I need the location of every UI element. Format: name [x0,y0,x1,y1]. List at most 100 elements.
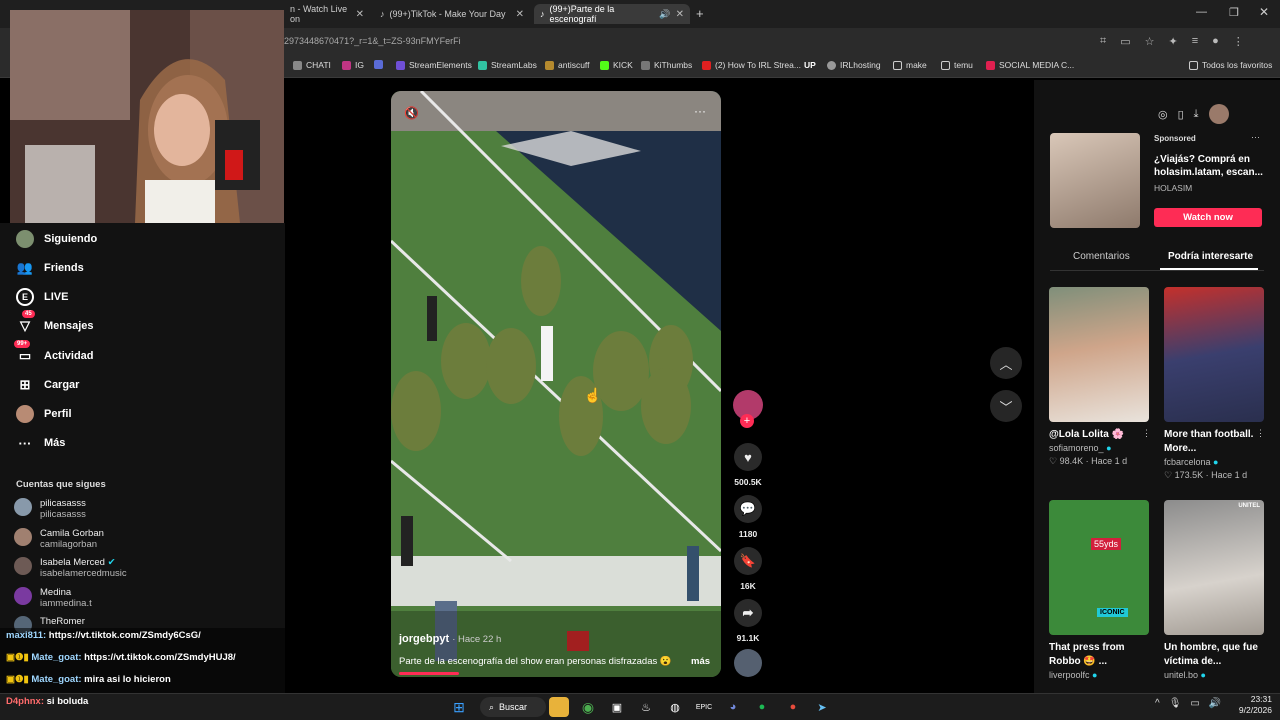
bookmark-antiscuff[interactable]: antiscuff [545,60,590,70]
minimize-button[interactable]: — [1196,6,1207,18]
tab-comentarios[interactable]: Comentarios [1073,251,1130,262]
progress-bar[interactable] [399,672,459,675]
account-item[interactable]: Camila Gorban camilagorban [14,528,104,550]
url-field[interactable]: 2973448670471?_r=1&_t=ZS-93nFMYFerFi [284,36,461,46]
tab-kick[interactable]: n - Watch Live on ✕ [284,4,370,24]
spotify-icon[interactable]: ● [752,697,772,717]
like-button[interactable]: ♥ 500.5K [733,443,763,487]
star-icon[interactable]: ☆ [1145,35,1155,48]
share-button[interactable]: ➦ 91.1K [733,599,763,643]
epic-games-icon[interactable]: EPIC [694,697,714,717]
next-video-button[interactable]: ﹀ [990,390,1022,422]
bookmark-streamelements[interactable]: StreamElements [396,60,472,70]
clock[interactable]: 23:31 9/2/2026 [1232,694,1272,716]
video-options-icon[interactable]: ··· [694,104,706,118]
account-item[interactable]: Isabela Merced ✔ isabelamercedmusic [14,557,127,579]
nav-mensajes[interactable]: ▽ 45 Mensajes [16,310,94,335]
bookmark-chati[interactable]: CHATI [293,60,331,70]
notification-app-icon[interactable]: ● [783,697,803,717]
chat-message: maxi811: https://vt.tiktok.com/ZSmdy6CsG… [6,630,201,641]
steam-client-icon[interactable]: ➤ [812,697,832,717]
chart-icon [374,60,383,69]
network-icon[interactable]: ▭ [1190,698,1199,709]
recommended-card[interactable]: More than football. More... fcbarcelona … [1164,287,1264,482]
video-author[interactable]: jorgebpyt · Hace 22 h [399,633,501,645]
window-close-button[interactable]: ✕ [1259,5,1269,19]
ad-title[interactable]: ¿Viajás? Comprá en holasim.latam, escan.… [1154,153,1264,179]
streamelements-icon [396,60,405,70]
following-icon [16,230,34,248]
nav-live[interactable]: E LIVE [16,288,68,306]
recommended-card[interactable]: UNITEL Un hombre, que fue víctima de... … [1164,500,1264,682]
steam-icon[interactable]: ♨ [636,697,656,717]
close-icon[interactable]: ✕ [356,9,364,20]
comment-button[interactable]: 💬 1180 [733,495,763,539]
extensions-icon[interactable]: ✦ [1168,35,1177,48]
taskbar-search[interactable]: ⌕ Buscar [480,697,546,717]
windows-start-icon[interactable]: ⊞ [449,697,469,717]
nav-actividad[interactable]: ▭ 99+ Actividad [14,340,94,365]
obs-icon[interactable]: ◍ [665,697,685,717]
nav-perfil[interactable]: Perfil [16,405,72,423]
follow-plus-icon[interactable]: + [740,414,754,428]
new-tab-button[interactable]: + [696,6,704,21]
ad-options-icon[interactable]: ··· [1251,132,1260,142]
nav-cargar[interactable]: ⊞ Cargar [16,376,80,394]
more-link[interactable]: más [691,656,710,667]
compass-icon[interactable]: ◎ [1158,108,1168,121]
ad-thumbnail[interactable] [1050,133,1140,228]
phone-icon[interactable]: ▯ [1178,108,1184,121]
bookmark-irl[interactable]: (2) How To IRL Strea... [702,60,801,70]
bookmark-kithumbs[interactable]: KiThumbs [641,60,692,70]
avatar[interactable] [1208,104,1229,124]
file-explorer-icon[interactable] [549,697,569,717]
cast-icon[interactable]: ▭ [1120,35,1130,48]
close-icon[interactable]: ✕ [516,9,524,20]
chrome-icon[interactable]: ◉ [578,697,598,717]
chat-message: ▣❶▮ Mate_goat: https://vt.tiktok.com/ZSm… [6,652,236,663]
card-options-icon[interactable]: ⋮ [1142,428,1151,439]
video-player[interactable] [391,91,721,677]
profile-icon[interactable]: ● [1212,35,1219,48]
bookmark-social[interactable]: SOCIAL MEDIA C... [986,60,1074,70]
bookmark-irlhosting[interactable]: IRLhosting [827,60,881,70]
bookmark-up[interactable]: UP [804,60,816,70]
card-options-icon[interactable]: ⋮ [1256,428,1265,439]
chevron-up-icon[interactable]: ^ [1155,698,1160,709]
menu-icon[interactable]: ⋮ [1233,35,1244,48]
download-icon[interactable]: ⤓ [1194,108,1199,121]
recommended-card[interactable]: @Lola Lolita 🌸 sofiamoreno_ ● ♡ 98.4K · … [1049,287,1149,468]
watch-now-button[interactable]: Watch now [1154,208,1262,227]
account-item[interactable]: Medina iammedina.t [14,587,92,609]
youtube-icon [986,60,995,70]
microphone-icon[interactable]: 🎙 [1169,698,1182,709]
account-item[interactable]: pilicasasss pilicasasss [14,498,86,520]
bookmark-graph[interactable] [374,60,383,69]
nav-siguiendo[interactable]: Siguiendo [16,230,97,248]
folder-icon [893,60,902,70]
mute-icon[interactable]: 🔇 [404,106,419,120]
music-disc-icon[interactable] [734,649,762,677]
bookmark-ig[interactable]: IG [342,60,364,70]
save-button[interactable]: 🔖 16K [733,547,763,591]
tab-tiktok[interactable]: ♪ (99+)TikTok - Make Your Day ✕ [374,4,530,24]
reading-list-icon[interactable]: ≡ [1192,35,1198,48]
app-icon[interactable]: ▣ [607,697,627,717]
translate-icon[interactable]: ⌗ [1100,35,1106,48]
nav-friends[interactable]: 👥 Friends [16,259,84,277]
tab-video[interactable]: ♪ (99+)Parte de la escenografí 🔊 ✕ [534,4,690,24]
tab-podria-interesarte[interactable]: Podría interesarte [1168,251,1253,262]
bookmark-kick[interactable]: KICK [600,60,633,70]
bookmark-temu[interactable]: temu [941,60,973,70]
recommended-card[interactable]: 55yds ICONIC That press from Robbo 🤩 ...… [1049,500,1149,682]
messages-badge: 45 [22,310,35,318]
previous-video-button[interactable]: ︿ [990,347,1022,379]
close-icon[interactable]: ✕ [676,9,684,20]
nav-mas[interactable]: ··· Más [16,434,66,452]
maximize-button[interactable]: ❐ [1229,6,1239,19]
bookmark-make[interactable]: make [893,60,927,70]
discord-icon[interactable]: ◕ [723,697,743,717]
bookmark-all[interactable]: Todos los favoritos [1189,60,1272,70]
volume-icon[interactable]: 🔊 [1209,698,1221,709]
bookmark-streamlabs[interactable]: StreamLabs [478,60,537,70]
